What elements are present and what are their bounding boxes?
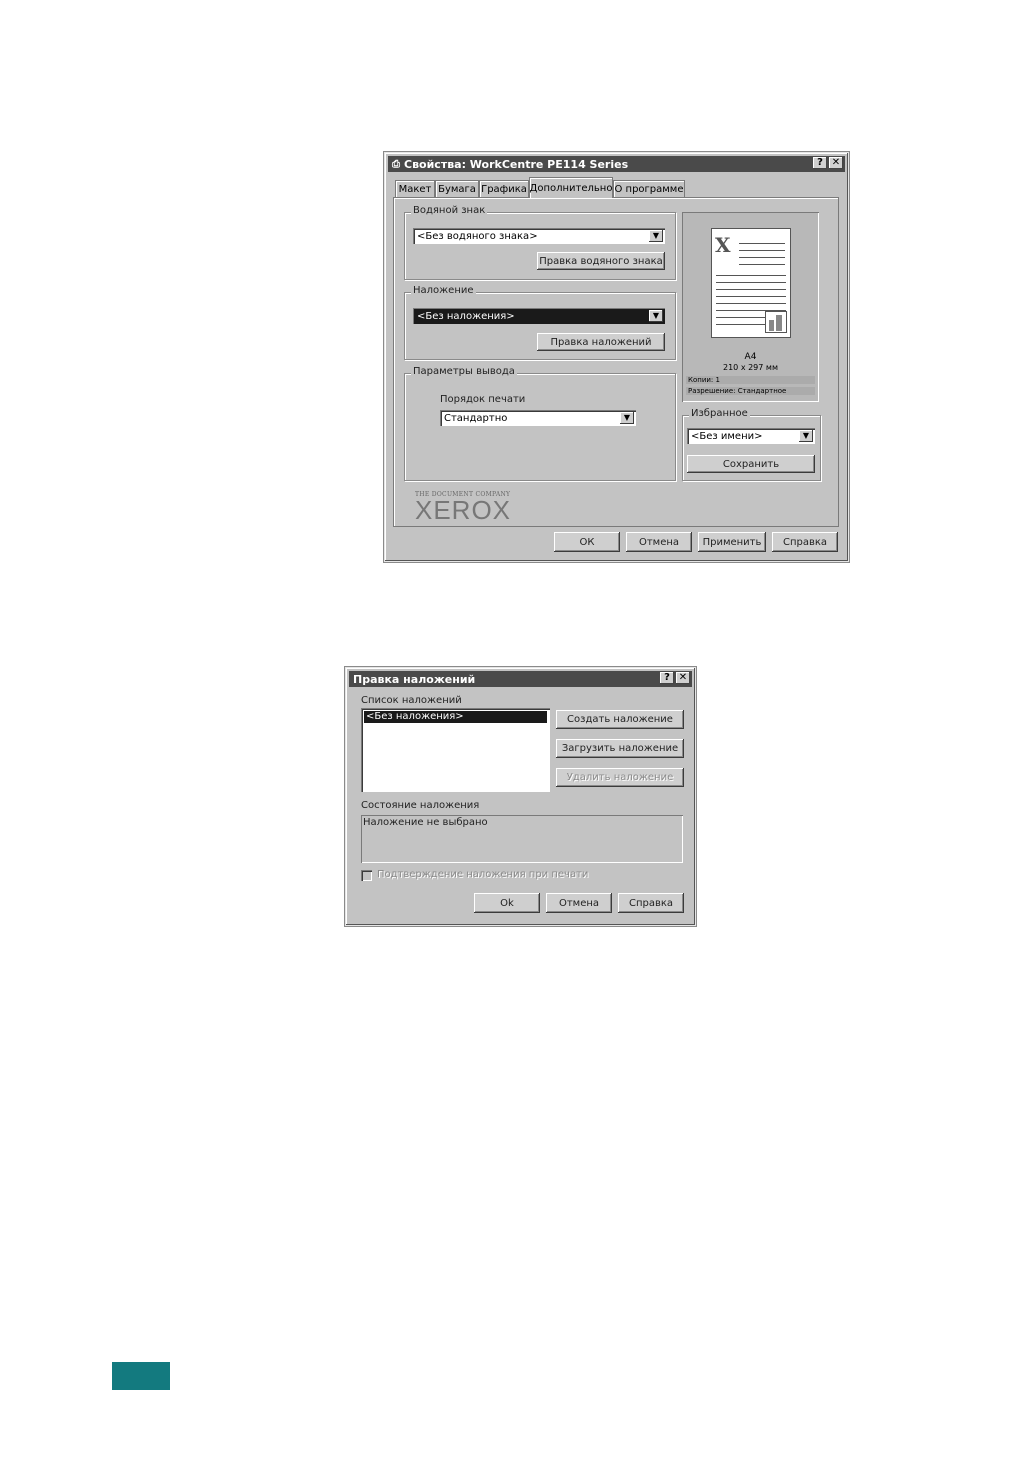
tab-label: Дополнительно [529, 182, 613, 194]
paper-dimensions-label: 210 x 297 мм [723, 363, 778, 372]
page-number-tab [112, 1362, 170, 1390]
close-icon[interactable]: ✕ [676, 672, 690, 684]
close-icon[interactable]: ✕ [829, 157, 843, 169]
window-title: Правка наложений [353, 672, 476, 686]
save-favorite-button-label: Сохранить [722, 458, 780, 470]
xerox-logo: THE DOCUMENT COMPANY XEROX [415, 491, 512, 525]
help-icon[interactable]: ? [660, 672, 674, 684]
overlay-group: Наложение <Без наложения> ▼ Правка налож… [404, 285, 676, 360]
cancel-button[interactable]: Отмена [626, 532, 692, 552]
overlay-status-label: Состояние наложения [361, 800, 480, 811]
printer-properties-dialog: ⎙ Свойства: WorkCentre PE114 Series ? ✕ … [384, 152, 849, 562]
properties-title-bar[interactable]: ⎙ Свойства: WorkCentre PE114 Series ? ✕ [388, 156, 845, 172]
tab-layout[interactable]: Макет [395, 180, 435, 197]
chevron-down-icon[interactable]: ▼ [649, 310, 663, 322]
resolution-label: Разрешение: Стандартное [686, 387, 815, 395]
document-x-icon: X [715, 233, 731, 257]
tab-label: Бумага [438, 183, 476, 195]
page-preview-panel: X A4 210 x 297 мм Копии: 1 Разрешение: С… [682, 212, 819, 402]
ok-button-label: ОК [579, 536, 595, 548]
printer-icon: ⎙ [392, 158, 400, 170]
apply-button[interactable]: Применить [698, 532, 766, 552]
cancel-button-label: Отмена [558, 897, 600, 909]
help-button[interactable]: Справка [772, 532, 838, 552]
save-favorite-button[interactable]: Сохранить [687, 455, 815, 473]
edit-overlays-button[interactable]: Правка наложений [537, 333, 665, 351]
favorites-group: Избранное <Без имени> ▼ Сохранить [682, 408, 821, 481]
favorites-group-label: Избранное [689, 408, 750, 419]
load-overlay-button-label: Загрузить наложение [561, 743, 679, 754]
tab-graphics[interactable]: Графика [479, 180, 529, 197]
chevron-down-icon[interactable]: ▼ [649, 230, 663, 242]
chart-bar [769, 320, 774, 331]
tab-paper[interactable]: Бумага [435, 180, 479, 197]
output-options-group-label: Параметры вывода [411, 366, 517, 377]
list-item[interactable]: <Без наложения> [364, 711, 547, 723]
apply-button-label: Применить [702, 536, 762, 548]
chevron-down-icon[interactable]: ▼ [799, 430, 813, 442]
delete-overlay-button[interactable]: Удалить наложение [556, 768, 684, 787]
edit-overlays-button-label: Правка наложений [550, 336, 652, 348]
watermark-select[interactable]: <Без водяного знака> ▼ [413, 228, 665, 244]
chart-icon [765, 311, 787, 333]
favorites-select[interactable]: <Без имени> ▼ [687, 428, 815, 444]
favorites-select-value: <Без имени> [691, 430, 763, 442]
chart-bar [776, 315, 782, 331]
help-button-label: Справка [628, 897, 674, 909]
edit-watermark-button[interactable]: Правка водяного знака [537, 252, 665, 270]
output-options-group: Параметры вывода Порядок печати Стандарт… [404, 366, 676, 481]
logo-brand: XEROX [415, 495, 512, 525]
overlay-dialog-title-bar[interactable]: Правка наложений ? ✕ [349, 671, 692, 687]
ok-button[interactable]: Ok [474, 893, 540, 913]
tab-extras[interactable]: Дополнительно [529, 177, 613, 198]
edit-overlays-dialog: Правка наложений ? ✕ Список наложений <Б… [345, 667, 696, 926]
tab-label: Графика [481, 183, 527, 195]
overlay-select[interactable]: <Без наложения> ▼ [413, 308, 665, 324]
print-order-select-value: Стандартно [444, 412, 508, 424]
overlay-listbox[interactable]: <Без наложения> [361, 708, 550, 792]
overlay-group-label: Наложение [411, 285, 476, 296]
watermark-group-label: Водяной знак [411, 205, 488, 216]
overlay-status-box: Наложение не выбрано [361, 815, 683, 863]
copies-label: Копии: 1 [686, 376, 815, 384]
delete-overlay-button-label: Удалить наложение [566, 772, 674, 783]
overlay-status-text: Наложение не выбрано [363, 817, 488, 828]
create-overlay-button-label: Создать наложение [567, 714, 673, 725]
tab-label: Макет [398, 183, 432, 195]
ok-button-label: Ok [500, 897, 514, 909]
tab-label: О программе [614, 183, 684, 195]
confirm-overlay-checkbox-label[interactable]: Подтверждение наложения при печати [377, 869, 588, 880]
chevron-down-icon[interactable]: ▼ [620, 412, 634, 424]
window-title: Свойства: WorkCentre PE114 Series [404, 157, 629, 171]
print-order-label: Порядок печати [440, 394, 526, 405]
tab-about[interactable]: О программе [613, 180, 685, 197]
create-overlay-button[interactable]: Создать наложение [556, 710, 684, 729]
cancel-button[interactable]: Отмена [546, 893, 612, 913]
ok-button[interactable]: ОК [554, 532, 620, 552]
overlay-select-value: <Без наложения> [417, 310, 515, 322]
help-button-label: Справка [782, 536, 828, 548]
print-order-select[interactable]: Стандартно ▼ [440, 410, 636, 426]
confirm-overlay-checkbox[interactable] [361, 870, 372, 881]
paper-size-label: A4 [744, 352, 757, 362]
watermark-select-value: <Без водяного знака> [417, 230, 538, 242]
page-thumbnail: X [711, 228, 791, 338]
cancel-button-label: Отмена [638, 536, 680, 548]
help-icon[interactable]: ? [813, 157, 827, 169]
edit-watermark-button-label: Правка водяного знака [539, 255, 663, 267]
overlay-list-label: Список наложений [361, 695, 462, 706]
help-button[interactable]: Справка [618, 893, 684, 913]
watermark-group: Водяной знак <Без водяного знака> ▼ Прав… [404, 205, 676, 280]
load-overlay-button[interactable]: Загрузить наложение [556, 739, 684, 758]
